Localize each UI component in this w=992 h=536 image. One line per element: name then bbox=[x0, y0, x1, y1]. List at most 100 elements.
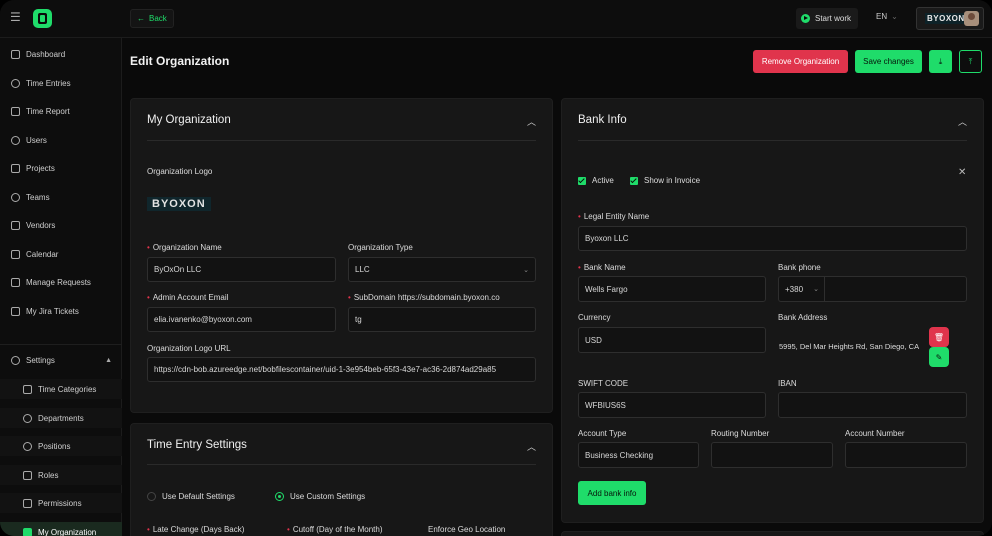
inbox-icon bbox=[11, 277, 20, 287]
organization-switcher[interactable]: BYOXON bbox=[916, 7, 984, 30]
add-bank-info-button[interactable]: Add bank info bbox=[578, 481, 646, 505]
sidebar-item-teams[interactable]: Teams bbox=[0, 187, 122, 207]
logo-url-input[interactable]: https://cdn-bob.azureedge.net/bobfilesco… bbox=[147, 357, 536, 382]
required-marker: • bbox=[348, 293, 351, 302]
sidebar-item-manage-requests[interactable]: Manage Requests bbox=[0, 272, 122, 292]
remove-organization-button[interactable]: Remove Organization bbox=[753, 50, 848, 73]
organization-logo-image[interactable]: BYOXON bbox=[147, 197, 211, 211]
sidebar-item-label: Roles bbox=[38, 470, 59, 480]
sidebar-item-my-organization[interactable]: My Organization bbox=[0, 522, 122, 536]
sidebar-item-label: Time Categories bbox=[38, 384, 97, 394]
sidebar-item-permissions[interactable]: Permissions bbox=[0, 493, 122, 513]
bank-phone-input[interactable] bbox=[824, 276, 967, 302]
trash-icon: 🗑 bbox=[933, 332, 945, 342]
label-text: Admin Account Email bbox=[152, 293, 229, 302]
sidebar-item-calendar[interactable]: Calendar bbox=[0, 244, 122, 264]
sidebar-item-label: Positions bbox=[38, 441, 71, 451]
swift-code-label: SWIFT CODE bbox=[578, 379, 629, 388]
use-custom-settings-radio[interactable]: Use Custom Settings bbox=[275, 492, 365, 501]
list-icon bbox=[11, 306, 20, 316]
sidebar-item-positions[interactable]: Positions bbox=[0, 436, 122, 456]
download-button[interactable]: ⤓ bbox=[929, 50, 952, 73]
avatar[interactable] bbox=[964, 11, 979, 26]
chevron-up-icon[interactable]: ︿ bbox=[527, 115, 536, 128]
sidebar-item-settings[interactable]: Settings ▲ bbox=[0, 350, 122, 370]
hamburger-menu-icon[interactable]: ☰ bbox=[10, 11, 22, 23]
sidebar-item-dashboard[interactable]: Dashboard bbox=[0, 44, 122, 64]
checkbox-checked-icon bbox=[630, 176, 638, 185]
save-changes-button[interactable]: Save changes bbox=[855, 50, 922, 73]
sidebar-item-time-report[interactable]: Time Report bbox=[0, 101, 122, 121]
sidebar-item-label: My Organization bbox=[38, 527, 97, 536]
organization-type-select[interactable]: LLC ⌄ bbox=[348, 257, 536, 282]
use-default-settings-radio[interactable]: Use Default Settings bbox=[147, 492, 235, 501]
positions-icon bbox=[23, 441, 32, 451]
currency-label: Currency bbox=[578, 313, 611, 322]
grid-icon bbox=[11, 49, 20, 59]
sidebar-item-time-categories[interactable]: Time Categories bbox=[0, 379, 122, 399]
bank-address-value: 5995, Del Mar Heights Rd, San Diego, CA bbox=[779, 342, 920, 351]
iban-input[interactable] bbox=[778, 392, 967, 418]
sidebar-item-label: Dashboard bbox=[26, 49, 66, 59]
logo-url-label: Organization Logo URL bbox=[147, 344, 231, 353]
sidebar-item-label: Permissions bbox=[38, 498, 82, 508]
checkbox-label: Show in Invoice bbox=[644, 176, 701, 185]
label-text: Legal Entity Name bbox=[583, 212, 650, 221]
radio-label: Use Custom Settings bbox=[290, 492, 366, 501]
account-number-label: Account Number bbox=[845, 429, 905, 438]
app-logo[interactable] bbox=[33, 9, 52, 28]
start-work-button[interactable]: Start work bbox=[796, 8, 858, 29]
sidebar-item-projects[interactable]: Projects bbox=[0, 158, 122, 178]
organization-type-label: Organization Type bbox=[348, 243, 413, 252]
sidebar-item-roles[interactable]: Roles bbox=[0, 465, 122, 485]
chevron-up-icon[interactable]: ︿ bbox=[527, 440, 536, 453]
chevron-up-icon[interactable]: ︿ bbox=[958, 115, 967, 128]
sidebar-item-vendors[interactable]: Vendors bbox=[0, 215, 122, 235]
upload-button[interactable]: ⤒ bbox=[959, 50, 982, 73]
radio-icon bbox=[147, 492, 156, 501]
divider bbox=[147, 464, 536, 465]
active-checkbox[interactable]: Active bbox=[578, 176, 614, 185]
organization-name-label: • Organization Name bbox=[147, 243, 222, 252]
upload-icon: ⤒ bbox=[968, 56, 973, 66]
sidebar-item-my-jira-tickets[interactable]: My Jira Tickets bbox=[0, 301, 122, 321]
sidebar-item-users[interactable]: Users bbox=[0, 130, 122, 150]
gear-icon bbox=[11, 355, 20, 365]
admin-email-input[interactable]: elia.ivanenko@byoxon.com bbox=[147, 307, 336, 332]
organization-icon bbox=[23, 527, 32, 536]
bank-name-input[interactable]: Wells Fargo bbox=[578, 276, 766, 302]
currency-select[interactable]: USD bbox=[578, 327, 766, 353]
back-button[interactable]: ← Back bbox=[130, 9, 174, 28]
late-change-label: • Late Change (Days Back) bbox=[147, 525, 244, 534]
swift-code-input[interactable]: WFBIUS6S bbox=[578, 392, 766, 418]
subdomain-input[interactable]: tg bbox=[348, 307, 536, 332]
show-in-invoice-checkbox[interactable]: Show in Invoice bbox=[630, 176, 700, 185]
sidebar: Dashboard Time Entries Time Report Users… bbox=[0, 38, 122, 536]
divider bbox=[578, 140, 967, 141]
label-text: Bank Name bbox=[583, 263, 626, 272]
organization-name-input[interactable]: ByOxOn LLC bbox=[147, 257, 336, 282]
chevron-down-icon: ⌄ bbox=[891, 12, 898, 21]
close-icon[interactable]: ✕ bbox=[958, 167, 966, 178]
account-number-input[interactable] bbox=[845, 442, 967, 468]
list-icon bbox=[23, 384, 32, 394]
legal-entity-input[interactable]: Byoxon LLC bbox=[578, 226, 967, 251]
language-selector[interactable]: EN ⌄ bbox=[876, 12, 898, 21]
sidebar-item-label: Projects bbox=[26, 163, 55, 173]
delete-address-button[interactable]: 🗑 bbox=[929, 327, 949, 347]
account-type-select[interactable]: Business Checking bbox=[578, 442, 699, 468]
chevron-down-icon: ⌄ bbox=[523, 267, 529, 274]
routing-number-input[interactable] bbox=[711, 442, 833, 468]
sidebar-divider bbox=[0, 344, 122, 345]
language-value: EN bbox=[876, 12, 888, 21]
top-bar: ☰ ← Back Start work EN ⌄ BYOXON bbox=[0, 0, 992, 38]
next-card bbox=[561, 531, 984, 536]
sidebar-item-departments[interactable]: Departments bbox=[0, 408, 122, 428]
sidebar-item-time-entries[interactable]: Time Entries bbox=[0, 73, 122, 93]
bank-name-label: • Bank Name bbox=[578, 263, 626, 272]
phone-country-code-select[interactable]: +380 ⌄ bbox=[778, 276, 824, 302]
bank-info-title: Bank Info bbox=[578, 114, 627, 126]
start-work-label: Start work bbox=[815, 14, 852, 23]
sidebar-item-label: Time Report bbox=[26, 106, 70, 116]
edit-address-button[interactable]: ✎ bbox=[929, 347, 949, 367]
